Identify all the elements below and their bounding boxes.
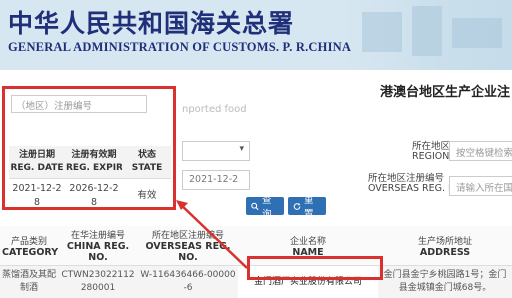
search-button[interactable]: 查询 [246,197,284,215]
region-label-cn: 所在地区 [412,138,450,152]
popup-header-row: 注册日期REG. DATE 注册有效期REG. EXPIR... 状态STATE [9,146,171,179]
popup-reg-input[interactable]: （地区）注册编号 [11,95,147,113]
site-title-en: GENERAL ADMINISTRATION OF CUSTOMS. P. R.… [8,40,351,55]
column-header-address: 生产场所地址ADDRESS [378,226,512,266]
search-icon [251,202,259,211]
highlight-popup: （地区）注册编号 注册日期REG. DATE 注册有效期REG. EXPIR..… [2,86,176,210]
cell-address: 金门县金宁乡桃园路1号；金门县金城镇金门城68号。 [378,266,512,298]
column-header-overseas-reg: 所在地区注册编号OVERSEAS REG. NO. [138,226,238,266]
header-decoration [342,0,512,70]
site-title-cn: 中华人民共和国海关总署 [8,4,294,40]
overseas-label-cn: 所在地区注册编号 [368,170,444,184]
highlight-name-box [247,256,383,280]
region-label-en: REGION [412,151,449,162]
column-header-china-reg: 在华注册编号CHINA REG. NO. [58,226,138,266]
cell-overseas-reg: W-116436466-00000-6 [138,266,238,298]
cell-category: 蒸馏酒及其配制酒 [0,266,58,298]
cell-china-reg: CTWN23022112280001 [58,266,138,298]
date-input[interactable]: 2021-12-2 [182,170,250,190]
popup-column-expiry: 注册有效期REG. EXPIR... [65,146,123,179]
site-header: 中华人民共和国海关总署 GENERAL ADMINISTRATION OF CU… [0,0,512,70]
popup-column-state: 状态STATE [123,146,171,179]
reset-button[interactable]: 重置 [288,197,326,215]
popup-row: 2021-12-2 8 2026-12-2 8 有效 [9,179,171,214]
refresh-icon [293,202,301,211]
category-select[interactable]: ▾ [182,141,250,161]
popup-cell-state: 有效 [123,179,171,214]
popup-cell-reg-date: 2021-12-2 8 [9,179,65,214]
popup-column-reg-date: 注册日期REG. DATE [9,146,65,179]
page-subtitle-faded: nported food [182,104,247,115]
page-title: 港澳台地区生产企业注 [380,81,510,100]
overseas-reg-input[interactable]: 请输入所在国家 [449,176,512,196]
column-header-category: 产品类别CATEGORY [0,226,58,266]
popup-cell-expiry: 2026-12-2 8 [65,179,123,214]
popup-table: 注册日期REG. DATE 注册有效期REG. EXPIR... 状态STATE… [9,146,171,213]
region-input[interactable]: 按空格键检索定 [449,141,512,161]
chevron-down-icon: ▾ [239,144,244,154]
